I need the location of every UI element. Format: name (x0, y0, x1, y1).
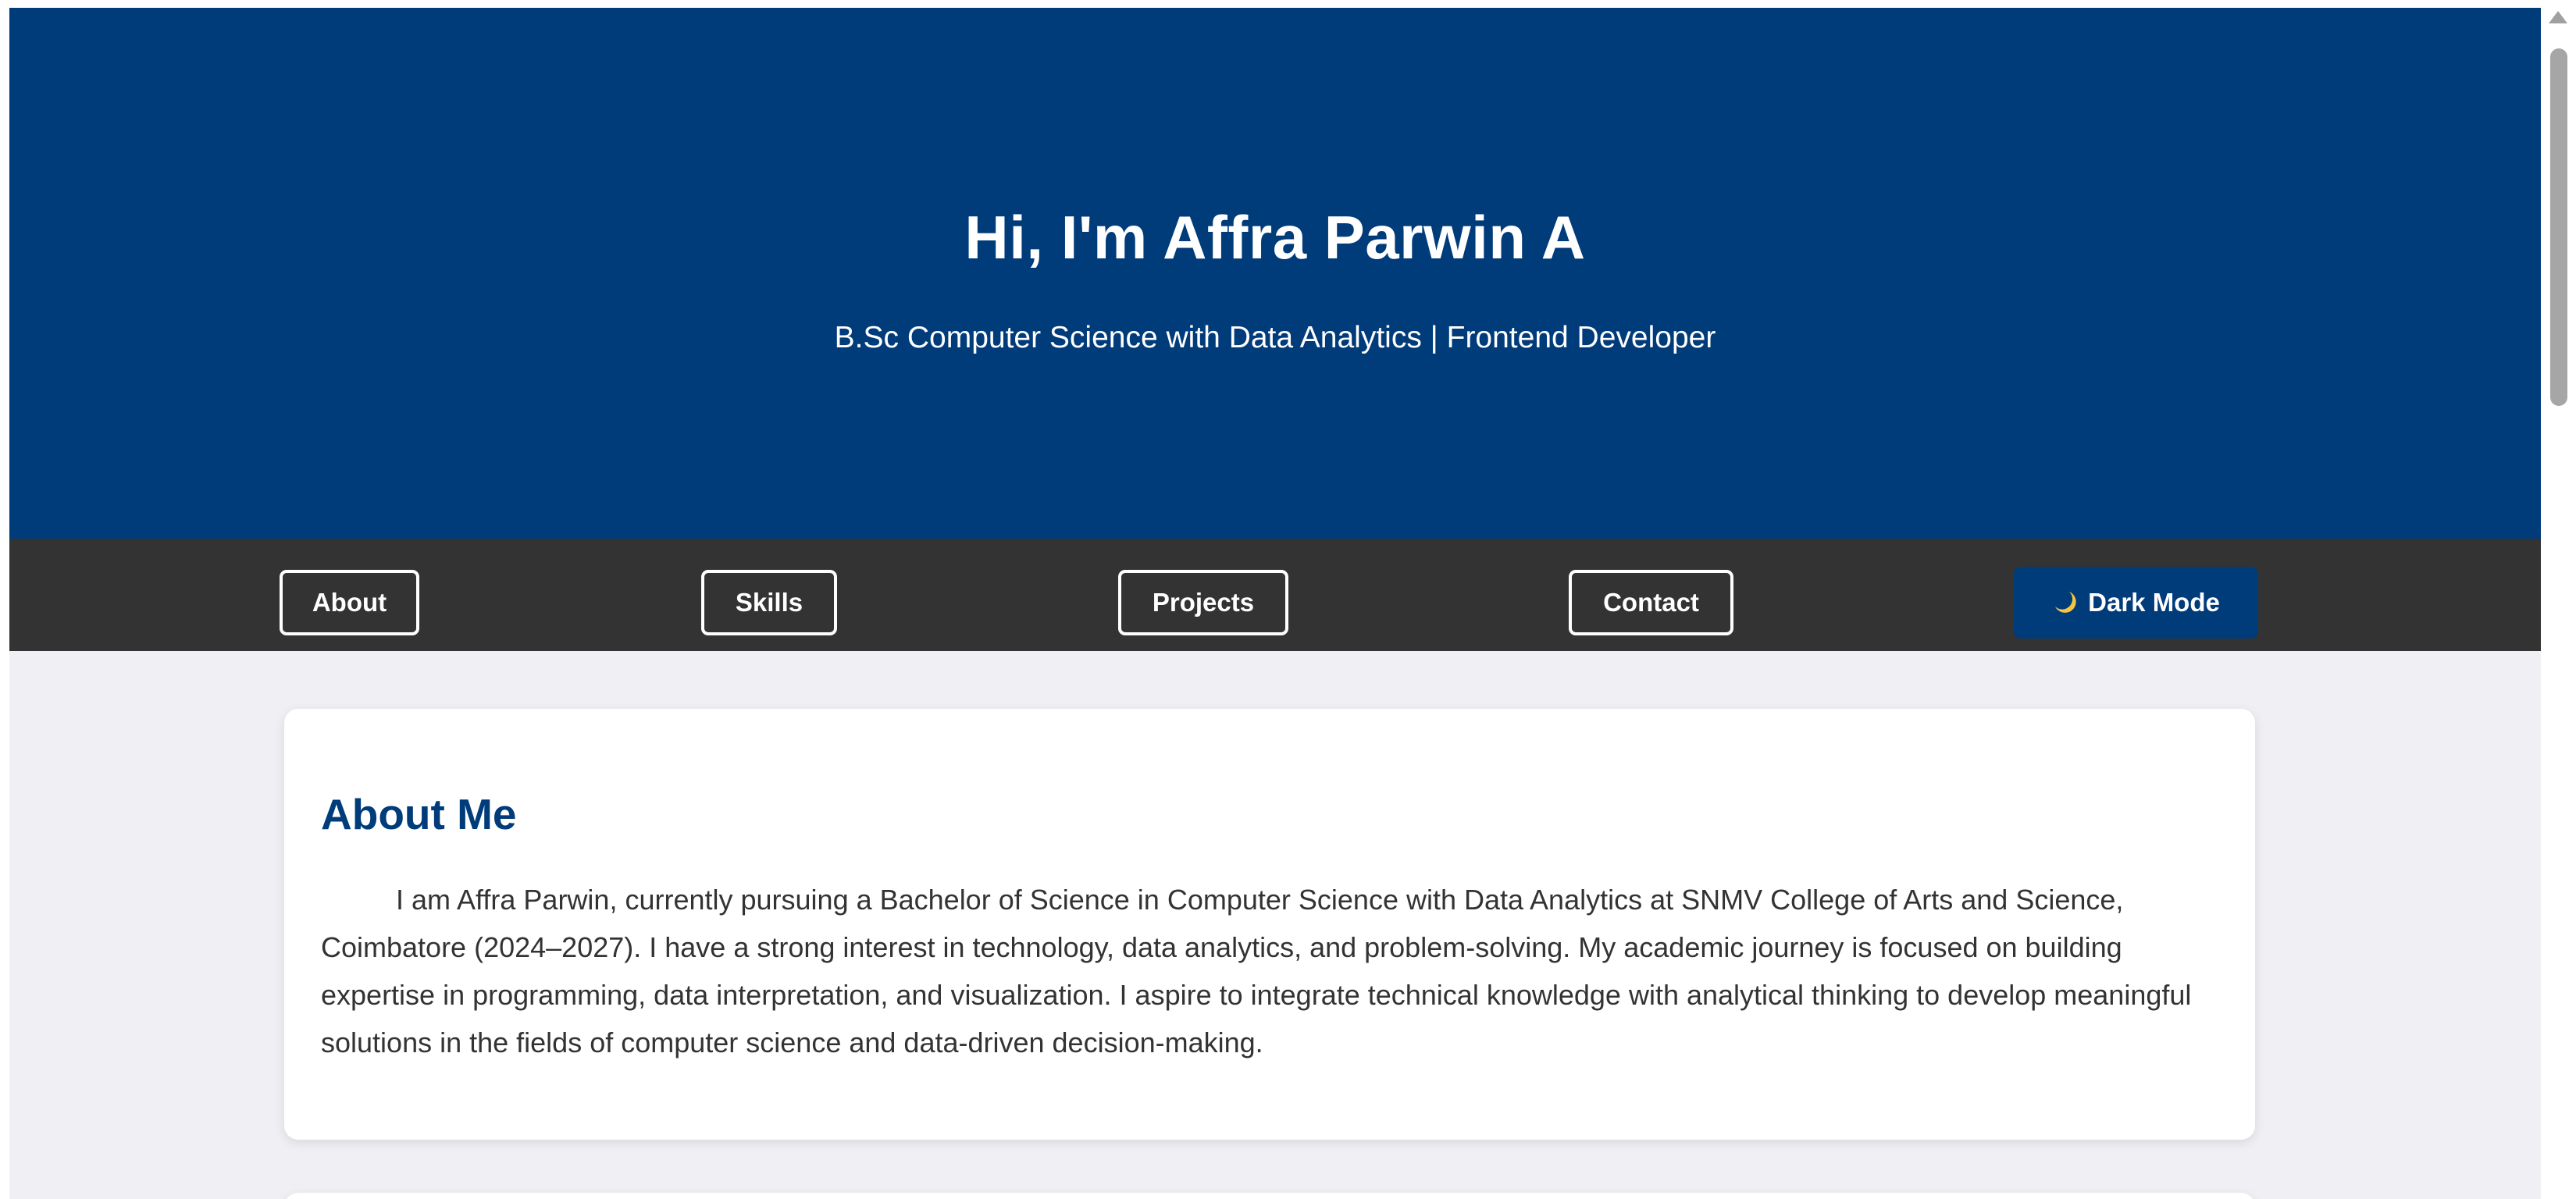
hero-header: Hi, I'm Affra Parwin A B.Sc Computer Sci… (9, 8, 2541, 539)
nav-projects-button[interactable]: Projects (1118, 570, 1288, 635)
page-viewport: Hi, I'm Affra Parwin A B.Sc Computer Sci… (9, 8, 2541, 1199)
next-section-card (284, 1193, 2255, 1199)
hero-title: Hi, I'm Affra Parwin A (964, 203, 1586, 272)
navigation-bar: About Skills Projects Contact Dark Mode (9, 539, 2541, 651)
hero-subtitle: B.Sc Computer Science with Data Analytic… (834, 321, 1716, 354)
browser-frame: Hi, I'm Affra Parwin A B.Sc Computer Sci… (0, 0, 2576, 1199)
nav-about-button[interactable]: About (280, 570, 419, 635)
about-section: About Me I am Affra Parwin, currently pu… (284, 709, 2255, 1140)
about-text: I am Affra Parwin, currently pursuing a … (321, 884, 2192, 1058)
nav-contact-button[interactable]: Contact (1569, 570, 1733, 635)
scrollbar-thumb[interactable] (2550, 48, 2567, 406)
about-title: About Me (321, 790, 517, 838)
vertical-scrollbar[interactable] (2541, 0, 2576, 1199)
moon-icon (2055, 592, 2076, 613)
nav-skills-button[interactable]: Skills (701, 570, 837, 635)
scroll-up-arrow-icon[interactable] (2549, 11, 2567, 23)
dark-mode-toggle-button[interactable]: Dark Mode (2014, 567, 2258, 639)
dark-mode-label: Dark Mode (2088, 588, 2220, 617)
